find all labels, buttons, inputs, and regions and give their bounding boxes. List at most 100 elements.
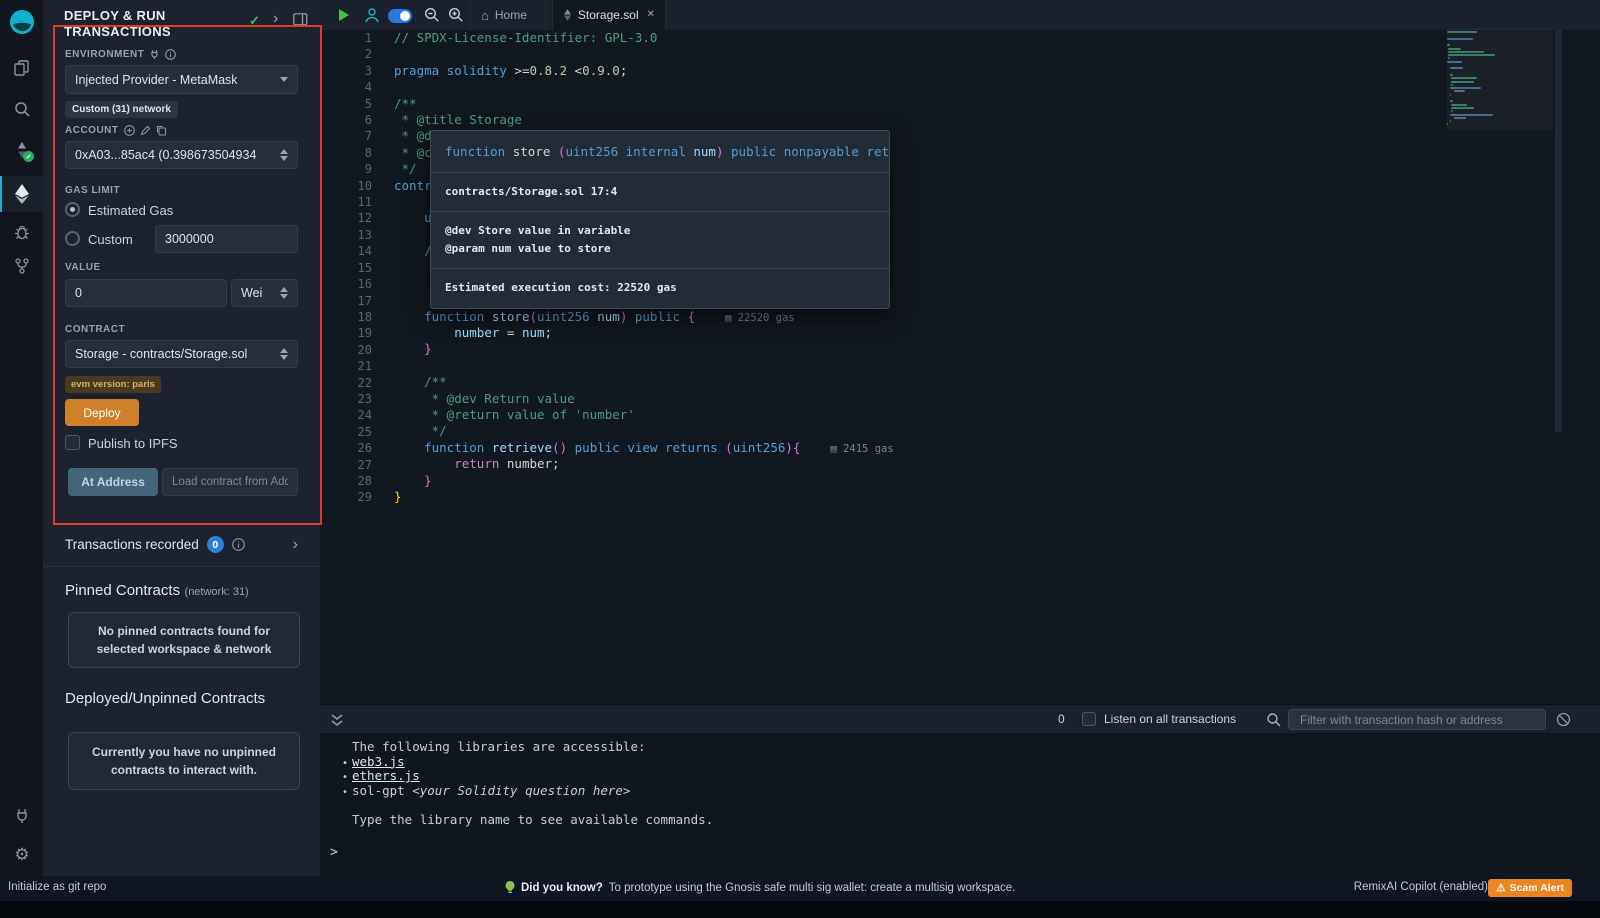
transactions-recorded-label: Transactions recorded: [65, 537, 199, 552]
user-profile-icon[interactable]: [364, 7, 380, 23]
line-numbers: 1234567891011121314151617181920212223242…: [320, 30, 372, 506]
custom-gas-input-wrap: [155, 225, 298, 253]
transactions-recorded-row: Transactions recorded 0 ›: [65, 536, 298, 553]
contract-select[interactable]: Storage - contracts/Storage.sol: [65, 340, 298, 368]
select-arrows-icon: [280, 287, 288, 299]
listen-transactions-checkbox[interactable]: [1082, 712, 1096, 726]
file-explorer-icon[interactable]: [12, 58, 32, 78]
editor-tabbar: ⌂ Home Storage.sol ✕: [320, 0, 1600, 30]
account-value: 0xA03...85ac4 (0.398673504934: [75, 148, 256, 162]
tip-title: Did you know?: [521, 882, 603, 894]
publish-ipfs-label: Publish to IPFS: [88, 436, 178, 451]
pinned-contracts-header: Pinned Contracts (network: 31): [65, 582, 249, 600]
add-account-icon[interactable]: [124, 125, 135, 136]
contract-value: Storage - contracts/Storage.sol: [75, 347, 247, 361]
account-label: ACCOUNT: [65, 125, 119, 136]
deployed-contracts-title: Deployed/Unpinned Contracts: [65, 690, 265, 707]
solidity-file-icon: [563, 9, 572, 21]
account-select[interactable]: 0xA03...85ac4 (0.398673504934: [65, 141, 298, 169]
settings-gear-icon[interactable]: ⚙: [12, 844, 32, 864]
deployed-empty-state: Currently you have no unpinned contracts…: [68, 732, 300, 790]
estimated-gas-label: Estimated Gas: [88, 203, 173, 218]
at-address-input-wrap: [162, 468, 298, 496]
editor-scrollbar[interactable]: [1555, 30, 1562, 432]
ai-copilot-toggle[interactable]: [388, 9, 412, 23]
tab-home-label: Home: [495, 8, 527, 22]
warning-icon: ⚠: [1496, 882, 1505, 894]
run-script-icon[interactable]: [337, 8, 350, 22]
tooltip-signature: function store (uint256 internal num) pu…: [431, 131, 889, 172]
value-unit: Wei: [241, 286, 262, 300]
gas-limit-label: GAS LIMIT: [65, 185, 120, 196]
network-badge: Custom (31) network: [65, 101, 178, 118]
did-you-know-tip: Did you know? To prototype using the Gno…: [505, 881, 1015, 894]
value-unit-select[interactable]: Wei: [231, 279, 298, 307]
tip-text: To prototype using the Gnosis safe multi…: [609, 882, 1016, 894]
copy-address-icon[interactable]: [156, 125, 167, 136]
panel-check-icon: ✓: [249, 13, 260, 29]
filter-input-wrap: [1288, 709, 1546, 730]
hover-tooltip: function store (uint256 internal num) pu…: [430, 130, 890, 309]
value-label: VALUE: [65, 262, 101, 273]
compile-success-badge: ✓: [23, 151, 34, 162]
pinned-contracts-subtitle: (network: 31): [185, 586, 249, 598]
terminal-prompt[interactable]: >: [330, 845, 338, 860]
listen-transactions-label: Listen on all transactions: [1104, 712, 1236, 726]
deploy-run-panel: DEPLOY & RUN TRANSACTIONS ✓ › ENVIRONMEN…: [43, 0, 320, 876]
at-address-button[interactable]: At Address: [68, 468, 158, 496]
plug-icon[interactable]: [149, 49, 160, 60]
expand-transactions-icon[interactable]: ›: [293, 537, 298, 553]
pin-panel-icon[interactable]: [293, 13, 308, 26]
plugin-connector-icon[interactable]: [12, 806, 32, 826]
info-icon[interactable]: [232, 538, 245, 551]
pinned-contracts-title: Pinned Contracts: [65, 582, 180, 599]
remix-ide-window: ✓ ⚙ DEPLOY & RUN TRANSACTIONS ✓ › ENVIRO…: [0, 0, 1600, 918]
transactions-count-badge: 0: [207, 536, 224, 553]
panel-title: DEPLOY & RUN TRANSACTIONS: [64, 8, 229, 40]
collapse-terminal-icon[interactable]: [330, 713, 344, 727]
environment-label: ENVIRONMENT: [65, 49, 144, 60]
account-label-row: ACCOUNT: [65, 125, 167, 136]
deploy-button[interactable]: Deploy: [65, 399, 139, 426]
tab-home[interactable]: ⌂ Home: [470, 0, 546, 30]
evm-version-badge: evm version: paris: [65, 376, 161, 393]
select-arrows-icon: [280, 348, 288, 360]
scam-alert-badge[interactable]: ⚠ Scam Alert: [1488, 879, 1572, 897]
tooltip-file-path: contracts/Storage.sol 17:4: [431, 172, 889, 211]
custom-gas-input[interactable]: [165, 232, 288, 246]
deploy-and-run-icon[interactable]: [12, 184, 32, 204]
value-input[interactable]: [75, 286, 217, 300]
remix-logo-icon[interactable]: [8, 8, 35, 35]
git-branch-icon[interactable]: [12, 256, 32, 276]
copilot-status[interactable]: RemixAI Copilot (enabled): [1354, 881, 1488, 893]
sign-message-icon[interactable]: [140, 125, 151, 136]
environment-value: Injected Provider - MetaMask: [75, 73, 238, 87]
at-address-input[interactable]: [172, 476, 288, 488]
minimap[interactable]: [1447, 31, 1553, 691]
close-tab-icon[interactable]: ✕: [647, 10, 655, 20]
icon-sidebar: ✓ ⚙: [0, 0, 43, 876]
search-icon[interactable]: [12, 99, 32, 119]
zoom-in-icon[interactable]: [448, 7, 464, 23]
panel-forward-icon[interactable]: ›: [273, 11, 278, 27]
select-arrows-icon: [280, 149, 288, 161]
tab-storage-sol[interactable]: Storage.sol ✕: [552, 0, 666, 30]
estimated-gas-radio[interactable]: [65, 202, 80, 217]
lightbulb-icon: [505, 881, 515, 894]
status-bar: Initialize as git repo Did you know? To …: [0, 876, 1600, 901]
terminal-search-icon[interactable]: [1266, 712, 1281, 727]
debugger-icon[interactable]: [12, 222, 32, 242]
clear-console-icon[interactable]: [1556, 712, 1571, 727]
environment-label-row: ENVIRONMENT: [65, 49, 176, 60]
tab-storage-label: Storage.sol: [578, 8, 639, 22]
transaction-filter-input[interactable]: [1298, 712, 1536, 728]
zoom-out-icon[interactable]: [424, 7, 440, 23]
publish-ipfs-checkbox[interactable]: [65, 435, 80, 450]
custom-gas-radio[interactable]: [65, 231, 80, 246]
info-icon[interactable]: [165, 49, 176, 60]
environment-select[interactable]: Injected Provider - MetaMask: [65, 65, 298, 94]
git-init-button[interactable]: Initialize as git repo: [8, 881, 106, 893]
divider: [43, 566, 320, 567]
scam-alert-label: Scam Alert: [1510, 882, 1564, 894]
tooltip-gas-estimate: Estimated execution cost: 22520 gas: [431, 268, 889, 307]
